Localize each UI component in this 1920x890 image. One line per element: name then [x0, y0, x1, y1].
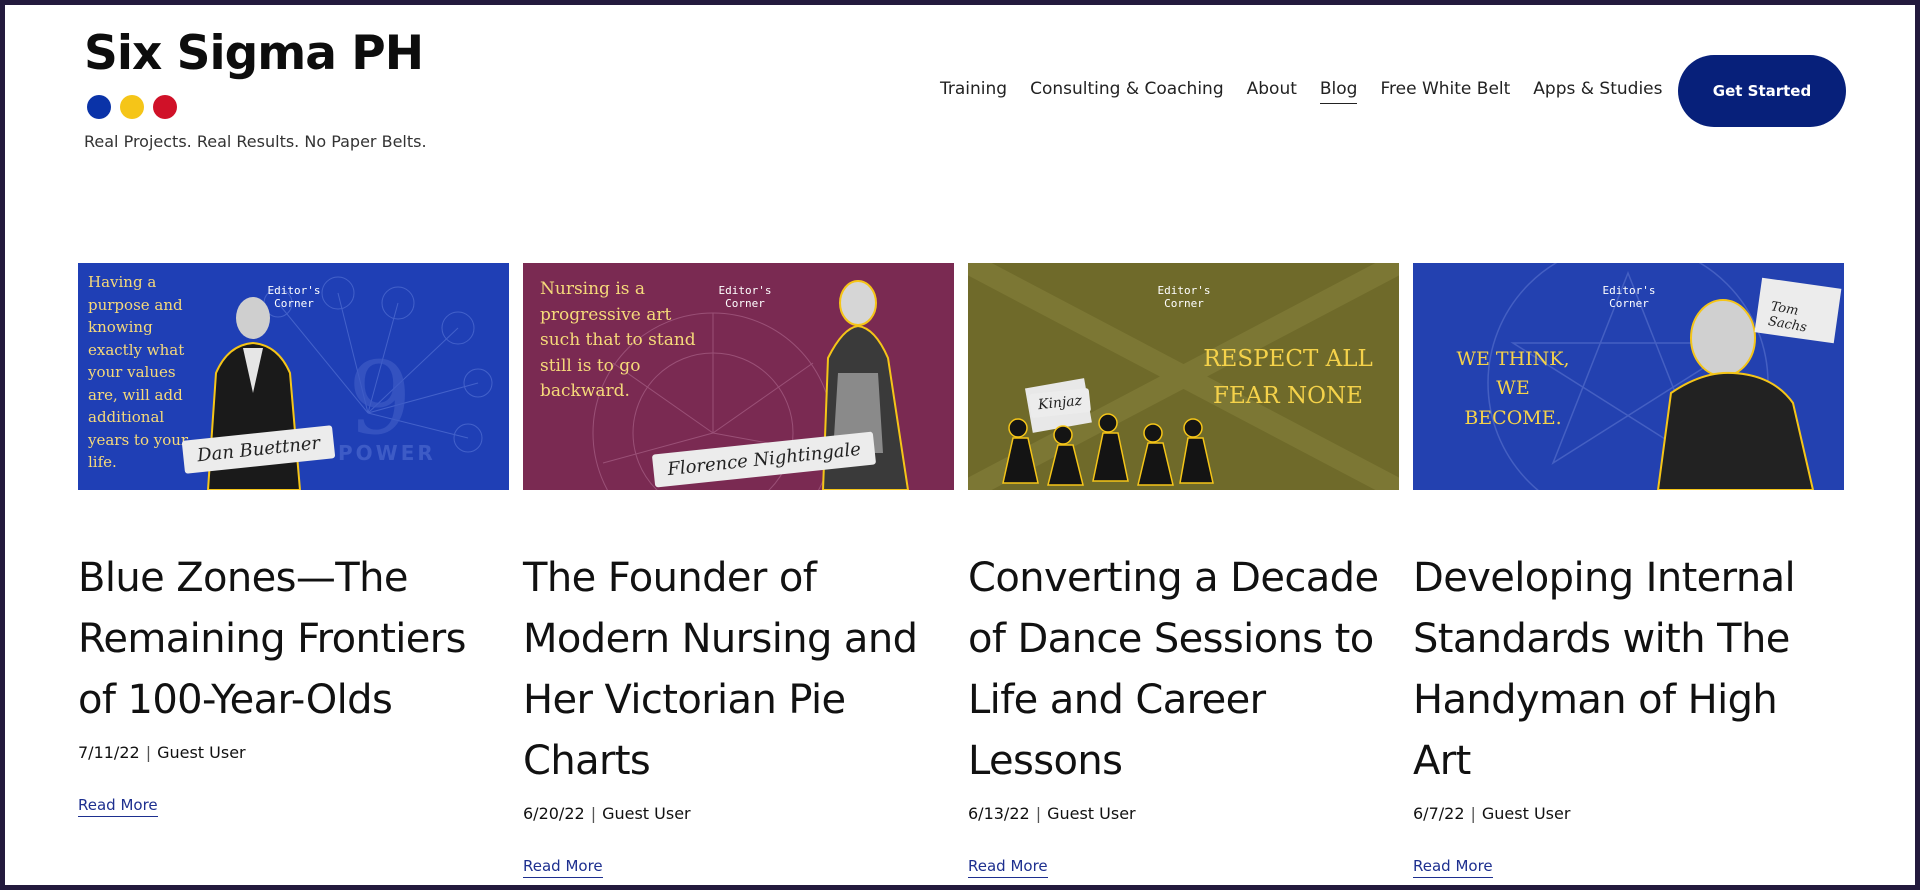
post-date: 7/11/22 [78, 743, 140, 762]
blog-post-card: RESPECT ALL FEAR NONE Editor's Corner Ki… [968, 263, 1399, 878]
thumbnail-quote: WE THINK, WE BECOME. [1456, 348, 1570, 429]
big-number: 9 [348, 340, 412, 457]
red-dot-icon [153, 95, 177, 119]
main-nav: Training Consulting & Coaching About Blo… [940, 79, 1663, 104]
post-meta: 6/7/22 | Guest User [1413, 804, 1844, 823]
logo-dots [87, 95, 427, 119]
blue-dot-icon [87, 95, 111, 119]
post-date: 6/13/22 [968, 804, 1030, 823]
post-meta: 6/13/22 | Guest User [968, 804, 1399, 823]
post-thumbnail[interactable]: RESPECT ALL FEAR NONE Editor's Corner Ki… [968, 263, 1399, 490]
nav-item-blog[interactable]: Blog [1319, 79, 1358, 104]
post-title[interactable]: Blue Zones—The Remaining Frontiers of 10… [78, 548, 509, 731]
blog-post-card: Nursing is a progressive art such that t… [523, 263, 954, 878]
post-meta: 7/11/22 | Guest User [78, 743, 509, 762]
post-thumbnail[interactable]: Nursing is a progressive art such that t… [523, 263, 954, 490]
nav-item-free-white-belt[interactable]: Free White Belt [1380, 79, 1510, 104]
read-more-link[interactable]: Read More [1413, 857, 1493, 878]
site-tagline: Real Projects. Real Results. No Paper Be… [84, 132, 427, 151]
post-author[interactable]: Guest User [602, 804, 691, 823]
editors-corner-badge: Editor's Corner [1157, 284, 1211, 310]
post-meta: 6/20/22 | Guest User [523, 804, 954, 823]
editors-corner-badge: Editor's Corner [1602, 284, 1656, 310]
site-title: Six Sigma PH [84, 26, 424, 81]
nav-item-about[interactable]: About [1247, 79, 1297, 104]
post-title[interactable]: The Founder of Modern Nursing and Her Vi… [523, 548, 954, 792]
blog-post-grid: 9 POWER Having a purpose and knowing exa… [78, 263, 1844, 878]
post-date: 6/20/22 [523, 804, 585, 823]
meta-separator: | [590, 804, 597, 823]
blog-post-card: WE THINK, WE BECOME. Editor's Corner Tom… [1413, 263, 1844, 878]
editors-corner-badge: Editor's Corner [718, 284, 772, 310]
post-author[interactable]: Guest User [1047, 804, 1136, 823]
get-started-button[interactable]: Get Started [1678, 55, 1846, 127]
yellow-dot-icon [120, 95, 144, 119]
site-logo[interactable]: Six Sigma PH Real Projects. Real Results… [84, 30, 427, 151]
meta-separator: | [1470, 804, 1476, 823]
read-more-link[interactable]: Read More [523, 857, 603, 878]
post-title[interactable]: Developing Internal Standards with The H… [1413, 548, 1844, 792]
read-more-link[interactable]: Read More [78, 796, 158, 817]
read-more-link[interactable]: Read More [968, 857, 1048, 878]
thumbnail-quote: Nursing is a progressive art such that t… [540, 279, 696, 401]
editors-corner-badge: Editor's Corner [267, 284, 321, 310]
nav-item-apps-studies[interactable]: Apps & Studies [1533, 79, 1662, 104]
nav-item-consulting-coaching[interactable]: Consulting & Coaching [1030, 79, 1224, 104]
post-date: 6/7/22 [1413, 804, 1465, 823]
post-thumbnail[interactable]: WE THINK, WE BECOME. Editor's Corner Tom… [1413, 263, 1844, 490]
meta-separator: | [1035, 804, 1042, 823]
post-author[interactable]: Guest User [1482, 804, 1571, 823]
blog-post-card: 9 POWER Having a purpose and knowing exa… [78, 263, 509, 878]
thumbnail-quote: RESPECT ALL FEAR NONE [1203, 346, 1373, 409]
nav-item-training[interactable]: Training [940, 79, 1007, 104]
svg-text:POWER: POWER [338, 441, 436, 465]
meta-separator: | [145, 743, 152, 762]
post-author[interactable]: Guest User [157, 743, 246, 762]
post-title[interactable]: Converting a Decade of Dance Sessions to… [968, 548, 1399, 792]
post-thumbnail[interactable]: 9 POWER Having a purpose and knowing exa… [78, 263, 509, 490]
